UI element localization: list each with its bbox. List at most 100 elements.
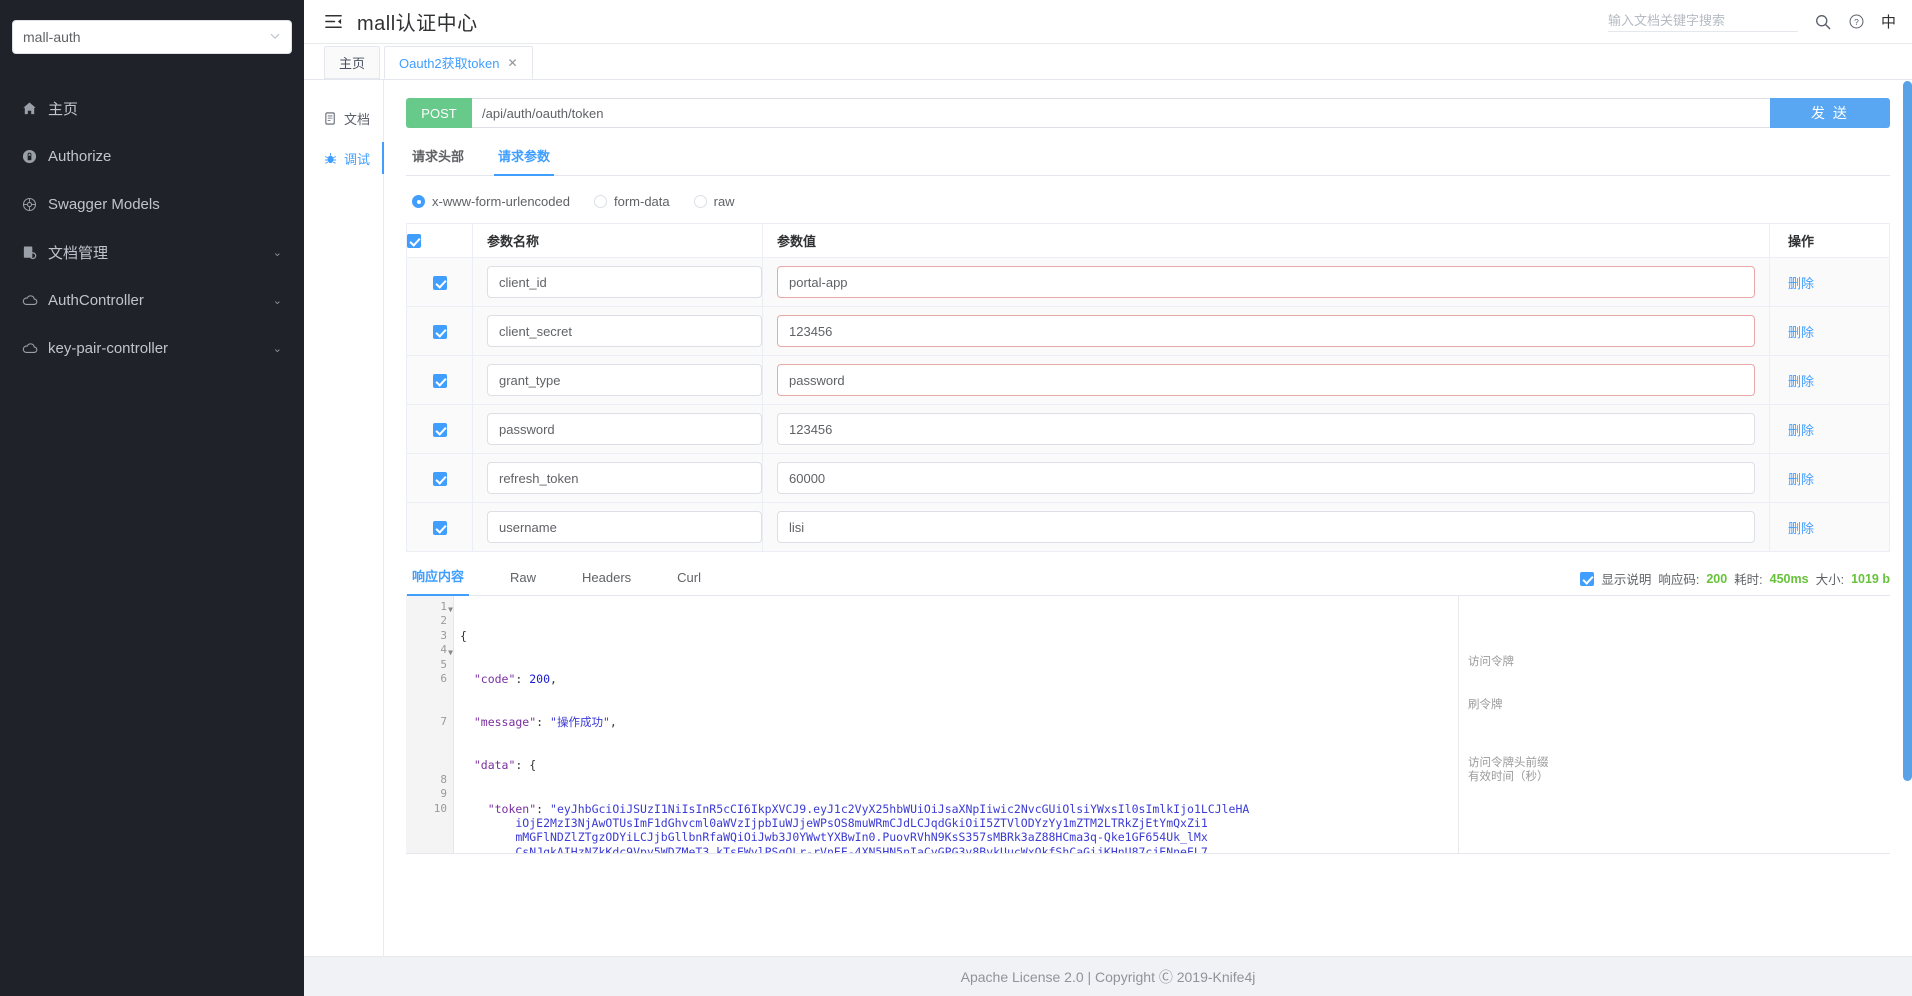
row-name-cell xyxy=(472,453,763,503)
send-button[interactable]: 发 送 xyxy=(1770,98,1890,128)
http-method-badge[interactable]: POST xyxy=(406,98,472,128)
comment-divider xyxy=(1458,596,1459,853)
param-name-input[interactable] xyxy=(487,462,762,494)
line-number: 6 xyxy=(440,671,447,685)
topbar-right: ? 中 xyxy=(1607,11,1896,32)
code-line: "code": 200, xyxy=(460,672,557,687)
code-line: "message": "操作成功", xyxy=(460,715,617,730)
code-content[interactable]: { "code": 200, "message": "操作成功", "data"… xyxy=(454,596,1890,853)
param-name-input[interactable] xyxy=(487,511,762,543)
table-row: 删除 xyxy=(406,404,1890,454)
show-description-checkbox[interactable] xyxy=(1580,571,1595,586)
sidebar-item-swagger-models[interactable]: Swagger Models xyxy=(0,180,304,228)
search-icon[interactable] xyxy=(1814,13,1832,31)
sidebar-item-home[interactable]: 主页 xyxy=(0,84,304,132)
row-value-cell xyxy=(762,404,1770,454)
main-area: mall认证中心 ? 中 主页 Oauth2获取token xyxy=(304,0,1912,996)
search-input[interactable] xyxy=(1607,12,1798,28)
footer-text: Apache License 2.0 | Copyright Ⓒ 2019-Kn… xyxy=(960,968,1256,985)
request-url-field[interactable]: /api/auth/oauth/token xyxy=(472,98,1770,128)
radio-x-www-form-urlencoded[interactable]: x-www-form-urlencoded xyxy=(412,194,570,209)
question-circle-icon[interactable]: ? xyxy=(1848,13,1865,30)
page-scrollbar-thumb[interactable] xyxy=(1903,81,1912,781)
param-value-input[interactable] xyxy=(777,266,1755,298)
tab-request-params[interactable]: 请求参数 xyxy=(494,146,555,176)
delete-row-link[interactable]: 删除 xyxy=(1788,423,1814,438)
param-value-input[interactable] xyxy=(777,413,1755,445)
sidebar-item-label: 主页 xyxy=(48,100,79,118)
menu-fold-icon[interactable] xyxy=(324,12,343,31)
service-select[interactable]: mall-auth xyxy=(12,20,292,54)
inner-menu-item-doc[interactable]: 文档 xyxy=(304,98,383,138)
delete-row-link[interactable]: 删除 xyxy=(1788,374,1814,389)
sidebar-item-authorize[interactable]: Authorize xyxy=(0,132,304,180)
sidebar-item-label: Authorize xyxy=(48,147,112,165)
radio-raw[interactable]: raw xyxy=(693,194,735,209)
page-scrollbar[interactable] xyxy=(1903,81,1912,956)
language-switch[interactable]: 中 xyxy=(1881,11,1896,32)
delete-row-link[interactable]: 删除 xyxy=(1788,325,1814,340)
inner-menu-item-debug[interactable]: 调试 xyxy=(304,138,384,178)
sidebar-item-label: AuthController xyxy=(48,291,144,309)
param-value-input[interactable] xyxy=(777,364,1755,396)
row-check-cell xyxy=(406,355,473,405)
row-value-cell xyxy=(762,502,1770,552)
tab-response-raw[interactable]: Raw xyxy=(510,570,536,595)
elapsed-value: 450ms xyxy=(1769,571,1809,586)
row-checkbox[interactable] xyxy=(432,472,447,487)
sidebar-item-key-pair-controller[interactable]: key-pair-controller ⌄ xyxy=(0,324,304,372)
delete-row-link[interactable]: 删除 xyxy=(1788,472,1814,487)
row-checkbox[interactable] xyxy=(432,423,447,438)
row-name-cell xyxy=(472,257,763,307)
delete-row-link[interactable]: 删除 xyxy=(1788,276,1814,291)
request-sub-tabs: 请求头部 请求参数 xyxy=(406,146,1890,176)
tab-oauth2-token[interactable]: Oauth2获取token ✕ xyxy=(384,46,533,79)
radio-label: form-data xyxy=(613,194,670,209)
sidebar: mall-auth 主页 Authorize Swagger Models 文档… xyxy=(0,0,304,996)
code-line: { xyxy=(460,628,467,643)
row-op-cell: 删除 xyxy=(1769,257,1890,307)
param-value-input[interactable] xyxy=(777,315,1755,347)
select-all-checkbox[interactable] xyxy=(407,234,421,249)
row-checkbox[interactable] xyxy=(432,276,447,291)
body-type-radios: x-www-form-urlencoded form-data raw xyxy=(412,194,1890,209)
line-number-text: 1 xyxy=(440,600,447,613)
request-url-row: POST /api/auth/oauth/token 发 送 xyxy=(406,98,1890,128)
tab-home[interactable]: 主页 xyxy=(324,46,381,79)
delete-row-link[interactable]: 删除 xyxy=(1788,521,1814,536)
param-name-input[interactable] xyxy=(487,413,762,445)
page-title: mall认证中心 xyxy=(357,13,478,35)
row-checkbox[interactable] xyxy=(432,374,447,389)
sidebar-item-doc-management[interactable]: 文档管理 ⌄ xyxy=(0,228,304,276)
radio-form-data[interactable]: form-data xyxy=(593,194,670,209)
sidebar-item-label: 文档管理 xyxy=(48,244,109,262)
debug-panel: POST /api/auth/oauth/token 发 送 请求头部 请求参数… xyxy=(384,80,1912,956)
tab-response-content[interactable]: 响应内容 xyxy=(406,566,470,596)
footer: Apache License 2.0 | Copyright Ⓒ 2019-Kn… xyxy=(304,956,1912,996)
status-code-value: 200 xyxy=(1706,571,1728,586)
tab-response-curl[interactable]: Curl xyxy=(677,570,701,595)
response-code-viewer[interactable]: 1 ▼ 2 3 4 ▼ 5 6 7 8 9 10 {"code": 200, … xyxy=(406,596,1890,854)
line-number: 10 xyxy=(433,801,447,815)
chevron-down-icon: ⌄ xyxy=(272,342,282,355)
tab-response-headers[interactable]: Headers xyxy=(582,570,631,595)
param-value-input[interactable] xyxy=(777,511,1755,543)
row-check-cell xyxy=(406,502,473,552)
body-row: 文档 调试 POST /api/auth/oauth/token 发 送 请求头… xyxy=(304,80,1912,956)
close-icon[interactable]: ✕ xyxy=(507,56,517,70)
sidebar-item-authcontroller[interactable]: AuthController ⌄ xyxy=(0,276,304,324)
search-box[interactable] xyxy=(1607,12,1798,32)
size-label: 大小: xyxy=(1815,573,1845,587)
param-name-input[interactable] xyxy=(487,364,762,396)
param-name-input[interactable] xyxy=(487,315,762,347)
row-op-cell: 删除 xyxy=(1769,355,1890,405)
radio-dot-icon xyxy=(593,195,607,208)
tab-request-headers[interactable]: 请求头部 xyxy=(412,146,464,175)
chevron-down-icon: ⌄ xyxy=(272,246,282,259)
param-value-input[interactable] xyxy=(777,462,1755,494)
lock-icon xyxy=(22,149,48,164)
row-checkbox[interactable] xyxy=(432,521,447,536)
row-checkbox[interactable] xyxy=(432,325,447,340)
param-name-input[interactable] xyxy=(487,266,762,298)
chevron-down-icon: ⌄ xyxy=(272,294,282,307)
